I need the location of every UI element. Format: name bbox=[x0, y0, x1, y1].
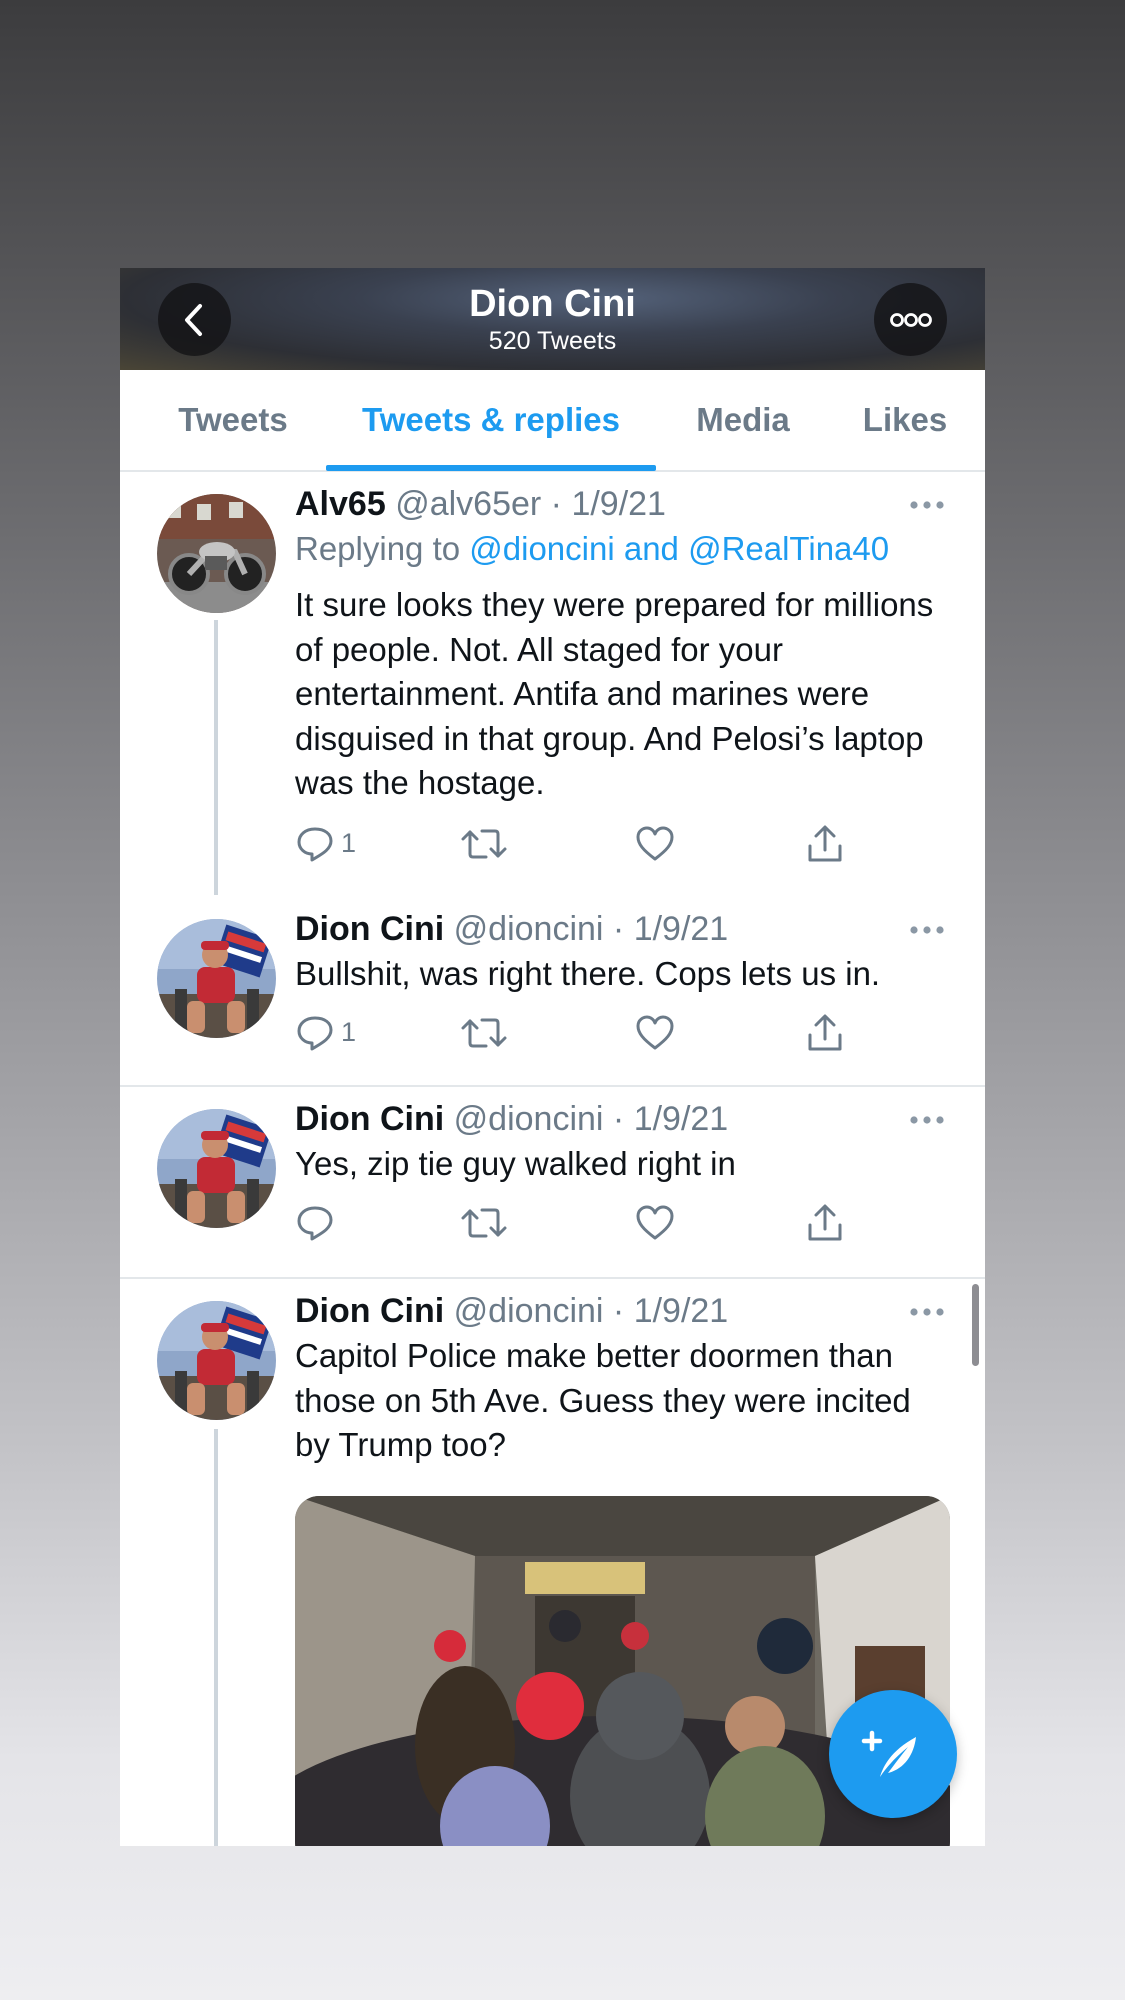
more-options-icon bbox=[889, 312, 932, 327]
tweet-count: 520 Tweets bbox=[488, 327, 617, 355]
more-icon[interactable] bbox=[907, 1105, 947, 1135]
tweet-meta: Alv65 @alv65er · 1/9/21 bbox=[295, 484, 947, 524]
profile-name: Dion Cini bbox=[469, 283, 636, 325]
compose-tweet-button[interactable] bbox=[829, 1690, 957, 1818]
tweet-meta: Dion Cini @dioncini · 1/9/21 bbox=[295, 1099, 947, 1139]
reply-icon bbox=[295, 1013, 335, 1053]
tweet-meta: Dion Cini @dioncini · 1/9/21 bbox=[295, 909, 947, 949]
tweet-meta: Dion Cini @dioncini · 1/9/21 bbox=[295, 1291, 947, 1331]
tweet-date[interactable]: 1/9/21 bbox=[634, 910, 729, 948]
author-name[interactable]: Alv65 bbox=[295, 485, 386, 523]
reply-count: 1 bbox=[341, 828, 357, 858]
more-icon[interactable] bbox=[907, 490, 947, 520]
tweet[interactable]: Alv65 @alv65er · 1/9/21 Replying to @dio… bbox=[120, 470, 985, 895]
reply-button[interactable]: 1 bbox=[295, 1011, 356, 1055]
like-icon bbox=[635, 1013, 675, 1053]
tweet-text: Bullshit, was right there. Cops lets us … bbox=[295, 955, 881, 992]
retweet-button[interactable] bbox=[460, 1201, 508, 1245]
avatar[interactable] bbox=[157, 1109, 276, 1228]
share-button[interactable] bbox=[805, 1011, 845, 1055]
author-handle[interactable]: @dioncini bbox=[454, 1100, 604, 1138]
reply-count: 1 bbox=[341, 1017, 357, 1047]
share-button[interactable] bbox=[805, 822, 845, 866]
compose-tweet-icon bbox=[861, 1730, 916, 1777]
tweet-content: Alv65 @alv65er · 1/9/21 Replying to @dio… bbox=[295, 484, 947, 866]
tab-likes[interactable]: Likes bbox=[835, 370, 975, 470]
like-button[interactable] bbox=[635, 822, 675, 866]
reply-icon bbox=[295, 1203, 335, 1243]
tweet-content: Dion Cini @dioncini · 1/9/21 Bullshit, w… bbox=[295, 909, 947, 1055]
reply-button[interactable]: 1 bbox=[295, 822, 356, 866]
retweet-icon bbox=[460, 824, 508, 864]
tweet-date[interactable]: 1/9/21 bbox=[634, 1100, 729, 1138]
tweet-text: Yes, zip tie guy walked right in bbox=[295, 1145, 736, 1182]
tweet[interactable]: Dion Cini @dioncini · 1/9/21 Bullshit, w… bbox=[120, 895, 985, 1075]
tweet-actions: 1 bbox=[295, 822, 947, 866]
like-button[interactable] bbox=[635, 1011, 675, 1055]
profile-header: Dion Cini 520 Tweets bbox=[120, 268, 985, 370]
author-name[interactable]: Dion Cini bbox=[295, 910, 444, 948]
avatar[interactable] bbox=[157, 1301, 276, 1420]
author-name[interactable]: Dion Cini bbox=[295, 1292, 444, 1330]
more-icon[interactable] bbox=[907, 1297, 947, 1327]
separator: · bbox=[541, 485, 572, 523]
author-handle[interactable]: @alv65er bbox=[395, 485, 541, 523]
retweet-icon bbox=[460, 1013, 508, 1053]
separator: · bbox=[603, 910, 634, 948]
like-icon bbox=[635, 824, 675, 864]
scrollbar[interactable] bbox=[972, 1284, 979, 1366]
replying-to-mentions[interactable]: @dioncini and @RealTina40 bbox=[469, 530, 889, 567]
thread-line bbox=[214, 1429, 218, 1846]
tab-media[interactable]: Media bbox=[668, 370, 818, 470]
separator: · bbox=[603, 1292, 634, 1330]
tweet-date[interactable]: 1/9/21 bbox=[634, 1292, 729, 1330]
tweet-date[interactable]: 1/9/21 bbox=[571, 485, 666, 523]
more-options-button[interactable] bbox=[874, 283, 947, 356]
profile-screen: Dion Cini 520 Tweets Tweets Tweets & rep… bbox=[120, 268, 985, 1846]
like-icon bbox=[635, 1203, 675, 1243]
tweet[interactable]: Dion Cini @dioncini · 1/9/21 Yes, zip ti… bbox=[120, 1087, 985, 1277]
share-icon bbox=[805, 824, 845, 864]
author-name[interactable]: Dion Cini bbox=[295, 1100, 444, 1138]
tab-tweets-and-replies[interactable]: Tweets & replies bbox=[326, 370, 656, 470]
avatar[interactable] bbox=[157, 919, 276, 1038]
more-icon[interactable] bbox=[907, 915, 947, 945]
tweet-text: Capitol Police make better doormen than … bbox=[295, 1337, 911, 1463]
avatar[interactable] bbox=[157, 494, 276, 613]
retweet-button[interactable] bbox=[460, 1011, 508, 1055]
tweet-text: It sure looks they were prepared for mil… bbox=[295, 586, 934, 801]
thread-line bbox=[214, 620, 218, 895]
share-icon bbox=[805, 1203, 845, 1243]
reply-icon bbox=[295, 824, 335, 864]
replying-to-prefix: Replying to bbox=[295, 530, 470, 567]
tweet-content: Dion Cini @dioncini · 1/9/21 Yes, zip ti… bbox=[295, 1099, 947, 1245]
retweet-button[interactable] bbox=[460, 822, 508, 866]
author-handle[interactable]: @dioncini bbox=[454, 1292, 604, 1330]
share-button[interactable] bbox=[805, 1201, 845, 1245]
profile-tabs: Tweets Tweets & replies Media Likes bbox=[120, 370, 985, 472]
reply-button[interactable] bbox=[295, 1201, 335, 1245]
retweet-icon bbox=[460, 1203, 508, 1243]
author-handle[interactable]: @dioncini bbox=[454, 910, 604, 948]
like-button[interactable] bbox=[635, 1201, 675, 1245]
tweet-actions bbox=[295, 1201, 947, 1245]
tab-tweets[interactable]: Tweets bbox=[138, 370, 328, 470]
tweet-actions: 1 bbox=[295, 1011, 947, 1055]
separator: · bbox=[603, 1100, 634, 1138]
header-title: Dion Cini 520 Tweets bbox=[120, 282, 985, 356]
replying-to: Replying to @dioncini and @RealTina40 bbox=[295, 529, 947, 569]
share-icon bbox=[805, 1013, 845, 1053]
tweet-content: Dion Cini @dioncini · 1/9/21 Capitol Pol… bbox=[295, 1291, 947, 1468]
